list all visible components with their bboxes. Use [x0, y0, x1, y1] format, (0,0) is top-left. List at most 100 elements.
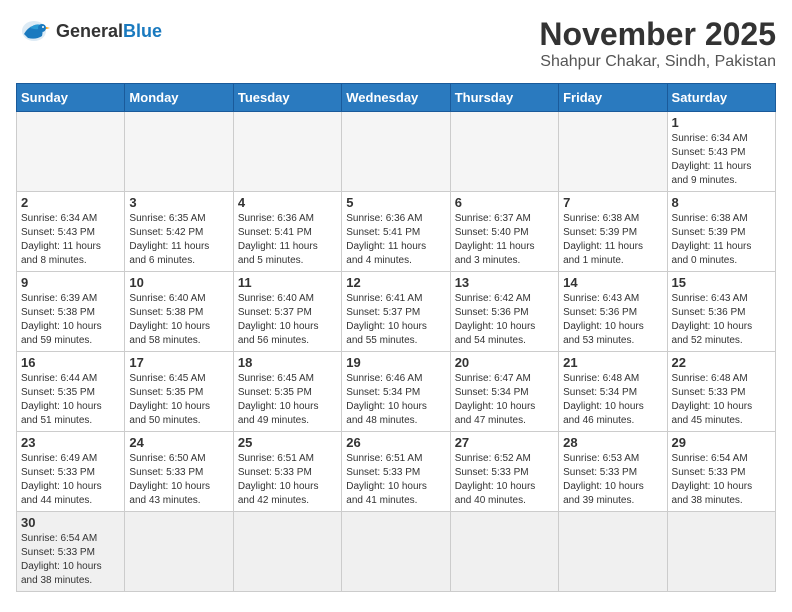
- day-number: 21: [563, 355, 662, 370]
- day-number: 11: [238, 275, 337, 290]
- calendar-cell: 30Sunrise: 6:54 AM Sunset: 5:33 PM Dayli…: [17, 512, 125, 592]
- calendar-cell: [233, 112, 341, 192]
- day-info: Sunrise: 6:48 AM Sunset: 5:34 PM Dayligh…: [563, 372, 662, 428]
- calendar-cell: 26 Sunrise: 6:51 AM Sunset: 5:33 PM Dayli…: [342, 432, 450, 512]
- calendar-cell: 10Sunrise: 6:40 AM Sunset: 5:38 PM Dayli…: [125, 272, 233, 352]
- weekday-header-row: SundayMondayTuesdayWednesdayThursdayFrid…: [17, 84, 776, 112]
- calendar-cell: 11 Sunrise: 6:40 AM Sunset: 5:37 PM Dayli…: [233, 272, 341, 352]
- logo: GeneralBlue: [16, 16, 162, 46]
- day-info: Sunrise: 6:38 AM Sunset: 5:39 PM Dayligh…: [563, 212, 662, 268]
- day-number: 22: [672, 355, 771, 370]
- calendar-cell: 21 Sunrise: 6:48 AM Sunset: 5:34 PM Dayli…: [559, 352, 667, 432]
- calendar-cell: 6Sunrise: 6:37 AM Sunset: 5:40 PM Daylig…: [450, 192, 558, 272]
- calendar-cell: 13Sunrise: 6:42 AM Sunset: 5:36 PM Dayli…: [450, 272, 558, 352]
- calendar-cell: 20 Sunrise: 6:47 AM Sunset: 5:34 PM Dayli…: [450, 352, 558, 432]
- day-number: 10: [129, 275, 228, 290]
- day-number: 15: [672, 275, 771, 290]
- day-number: 4: [238, 195, 337, 210]
- calendar-row: 16Sunrise: 6:44 AM Sunset: 5:35 PM Dayli…: [17, 352, 776, 432]
- day-number: 26: [346, 435, 445, 450]
- calendar-row: 2 Sunrise: 6:34 AM Sunset: 5:43 PM Daylig…: [17, 192, 776, 272]
- calendar-table: SundayMondayTuesdayWednesdayThursdayFrid…: [16, 83, 776, 592]
- day-info: Sunrise: 6:34 AM Sunset: 5:43 PM Dayligh…: [672, 132, 771, 188]
- day-info: Sunrise: 6:52 AM Sunset: 5:33 PM Dayligh…: [455, 452, 554, 508]
- day-info: Sunrise: 6:37 AM Sunset: 5:40 PM Dayligh…: [455, 212, 554, 268]
- day-number: 8: [672, 195, 771, 210]
- calendar-row: 30Sunrise: 6:54 AM Sunset: 5:33 PM Dayli…: [17, 512, 776, 592]
- calendar-cell: 24 Sunrise: 6:50 AM Sunset: 5:33 PM Dayli…: [125, 432, 233, 512]
- day-number: 25: [238, 435, 337, 450]
- calendar-cell: 12 Sunrise: 6:41 AM Sunset: 5:37 PM Dayli…: [342, 272, 450, 352]
- day-number: 28: [563, 435, 662, 450]
- calendar-cell: [17, 112, 125, 192]
- day-info: Sunrise: 6:36 AM Sunset: 5:41 PM Dayligh…: [238, 212, 337, 268]
- day-info: Sunrise: 6:46 AM Sunset: 5:34 PM Dayligh…: [346, 372, 445, 428]
- calendar-cell: 25Sunrise: 6:51 AM Sunset: 5:33 PM Dayli…: [233, 432, 341, 512]
- day-info: Sunrise: 6:40 AM Sunset: 5:37 PM Dayligh…: [238, 292, 337, 348]
- day-number: 3: [129, 195, 228, 210]
- calendar-cell: 29Sunrise: 6:54 AM Sunset: 5:33 PM Dayli…: [667, 432, 775, 512]
- weekday-header-saturday: Saturday: [667, 84, 775, 112]
- calendar-cell: 27Sunrise: 6:52 AM Sunset: 5:33 PM Dayli…: [450, 432, 558, 512]
- weekday-header-thursday: Thursday: [450, 84, 558, 112]
- day-info: Sunrise: 6:38 AM Sunset: 5:39 PM Dayligh…: [672, 212, 771, 268]
- day-info: Sunrise: 6:39 AM Sunset: 5:38 PM Dayligh…: [21, 292, 120, 348]
- calendar-cell: [559, 112, 667, 192]
- month-title: November 2025: [539, 16, 776, 53]
- calendar-cell: [125, 512, 233, 592]
- day-info: Sunrise: 6:45 AM Sunset: 5:35 PM Dayligh…: [238, 372, 337, 428]
- day-info: Sunrise: 6:41 AM Sunset: 5:37 PM Dayligh…: [346, 292, 445, 348]
- logo-icon: [16, 16, 52, 46]
- day-number: 9: [21, 275, 120, 290]
- day-number: 17: [129, 355, 228, 370]
- day-info: Sunrise: 6:35 AM Sunset: 5:42 PM Dayligh…: [129, 212, 228, 268]
- day-number: 2: [21, 195, 120, 210]
- calendar-cell: [125, 112, 233, 192]
- day-info: Sunrise: 6:49 AM Sunset: 5:33 PM Dayligh…: [21, 452, 120, 508]
- page-header: GeneralBlue November 2025 Shahpur Chakar…: [16, 16, 776, 71]
- day-info: Sunrise: 6:34 AM Sunset: 5:43 PM Dayligh…: [21, 212, 120, 268]
- calendar-cell: 3 Sunrise: 6:35 AM Sunset: 5:42 PM Daylig…: [125, 192, 233, 272]
- calendar-cell: [450, 512, 558, 592]
- weekday-header-sunday: Sunday: [17, 84, 125, 112]
- day-info: Sunrise: 6:53 AM Sunset: 5:33 PM Dayligh…: [563, 452, 662, 508]
- day-number: 19: [346, 355, 445, 370]
- logo-text-area: GeneralBlue: [56, 22, 162, 40]
- calendar-cell: 1 Sunrise: 6:34 AM Sunset: 5:43 PM Daylig…: [667, 112, 775, 192]
- calendar-cell: 14Sunrise: 6:43 AM Sunset: 5:36 PM Dayli…: [559, 272, 667, 352]
- calendar-cell: 15 Sunrise: 6:43 AM Sunset: 5:36 PM Dayli…: [667, 272, 775, 352]
- calendar-cell: 4 Sunrise: 6:36 AM Sunset: 5:41 PM Daylig…: [233, 192, 341, 272]
- calendar-row: 9 Sunrise: 6:39 AM Sunset: 5:38 PM Daylig…: [17, 272, 776, 352]
- calendar-cell: 9 Sunrise: 6:39 AM Sunset: 5:38 PM Daylig…: [17, 272, 125, 352]
- calendar-cell: [342, 512, 450, 592]
- day-info: Sunrise: 6:47 AM Sunset: 5:34 PM Dayligh…: [455, 372, 554, 428]
- logo-text: GeneralBlue: [56, 22, 162, 40]
- day-number: 23: [21, 435, 120, 450]
- calendar-cell: 22Sunrise: 6:48 AM Sunset: 5:33 PM Dayli…: [667, 352, 775, 432]
- calendar-cell: [667, 512, 775, 592]
- day-number: 1: [672, 115, 771, 130]
- day-number: 12: [346, 275, 445, 290]
- weekday-header-tuesday: Tuesday: [233, 84, 341, 112]
- calendar-cell: 7 Sunrise: 6:38 AM Sunset: 5:39 PM Daylig…: [559, 192, 667, 272]
- day-number: 30: [21, 515, 120, 530]
- calendar-cell: 5 Sunrise: 6:36 AM Sunset: 5:41 PM Daylig…: [342, 192, 450, 272]
- day-number: 7: [563, 195, 662, 210]
- day-info: Sunrise: 6:54 AM Sunset: 5:33 PM Dayligh…: [672, 452, 771, 508]
- calendar-cell: 2 Sunrise: 6:34 AM Sunset: 5:43 PM Daylig…: [17, 192, 125, 272]
- day-info: Sunrise: 6:45 AM Sunset: 5:35 PM Dayligh…: [129, 372, 228, 428]
- day-info: Sunrise: 6:44 AM Sunset: 5:35 PM Dayligh…: [21, 372, 120, 428]
- day-info: Sunrise: 6:42 AM Sunset: 5:36 PM Dayligh…: [455, 292, 554, 348]
- calendar-cell: 16Sunrise: 6:44 AM Sunset: 5:35 PM Dayli…: [17, 352, 125, 432]
- day-info: Sunrise: 6:51 AM Sunset: 5:33 PM Dayligh…: [346, 452, 445, 508]
- calendar-cell: [559, 512, 667, 592]
- day-info: Sunrise: 6:36 AM Sunset: 5:41 PM Dayligh…: [346, 212, 445, 268]
- calendar-cell: 8 Sunrise: 6:38 AM Sunset: 5:39 PM Daylig…: [667, 192, 775, 272]
- day-number: 24: [129, 435, 228, 450]
- day-info: Sunrise: 6:43 AM Sunset: 5:36 PM Dayligh…: [672, 292, 771, 348]
- day-number: 20: [455, 355, 554, 370]
- calendar-cell: 28 Sunrise: 6:53 AM Sunset: 5:33 PM Dayli…: [559, 432, 667, 512]
- day-info: Sunrise: 6:50 AM Sunset: 5:33 PM Dayligh…: [129, 452, 228, 508]
- weekday-header-wednesday: Wednesday: [342, 84, 450, 112]
- day-number: 5: [346, 195, 445, 210]
